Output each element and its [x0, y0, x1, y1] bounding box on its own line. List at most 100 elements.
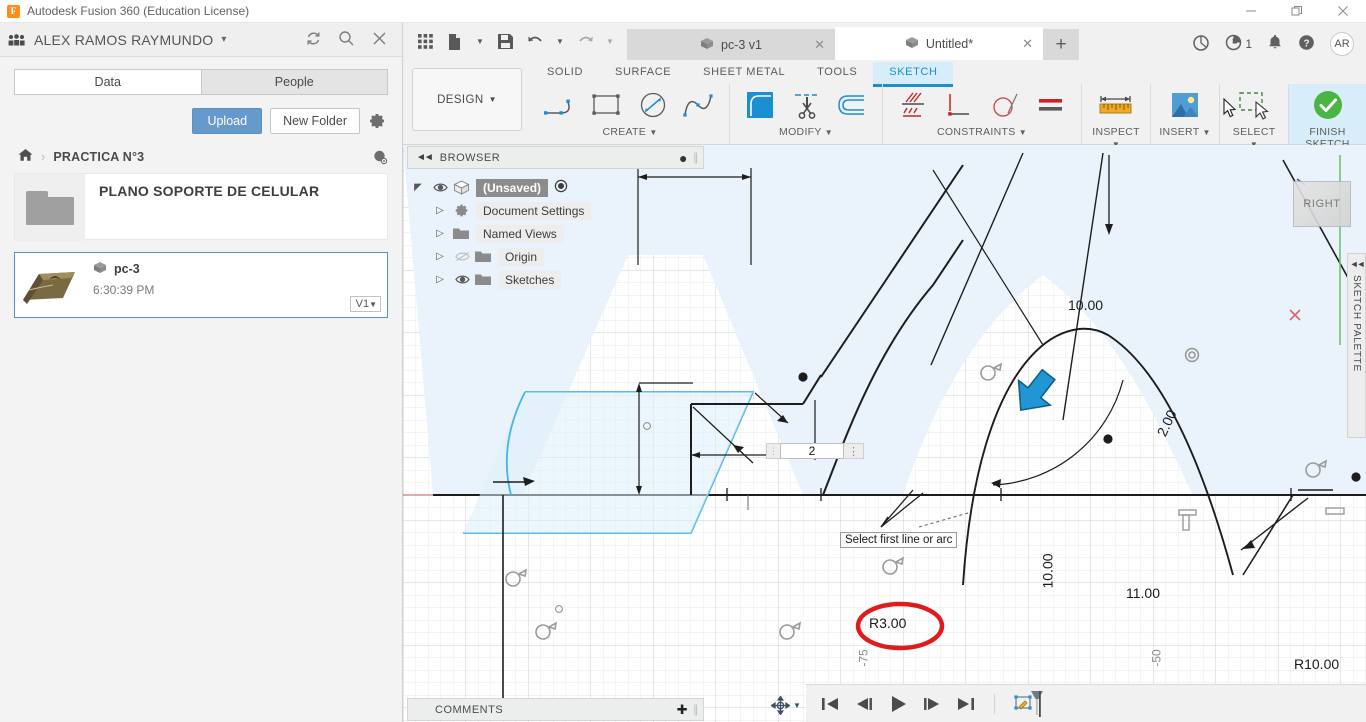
eye-hidden-icon[interactable]: [451, 251, 473, 262]
panel-grip-icon[interactable]: ∥: [693, 703, 699, 716]
radio-icon[interactable]: [554, 179, 568, 196]
horizontal-vertical-constraint-icon[interactable]: [891, 84, 935, 126]
help-icon[interactable]: ?: [1298, 34, 1315, 54]
job-status-icon[interactable]: [1225, 34, 1242, 54]
tangent-constraint-icon[interactable]: [983, 84, 1027, 126]
fillet-icon[interactable]: [738, 84, 782, 126]
go-to-beginning-icon[interactable]: [820, 696, 840, 712]
dim-10-vertical[interactable]: 10.00: [1040, 553, 1056, 588]
add-comment-icon[interactable]: ✚: [677, 702, 688, 718]
close-icon[interactable]: ✕: [1022, 36, 1033, 52]
dim-r10[interactable]: R10.00: [1294, 656, 1339, 672]
new-folder-button[interactable]: New Folder: [270, 108, 360, 134]
trim-scissors-icon[interactable]: [784, 84, 828, 126]
go-to-end-icon[interactable]: [956, 696, 976, 712]
expanded-triangle-icon[interactable]: ◤: [407, 182, 429, 193]
browser-node-named-views[interactable]: ▷ Named Views: [407, 222, 704, 245]
avatar[interactable]: AR: [1330, 32, 1354, 56]
grid-apps-icon[interactable]: [411, 27, 439, 57]
redo-icon[interactable]: [571, 27, 599, 57]
browser-header[interactable]: ◄◄ BROWSER ● ∥: [407, 146, 704, 169]
home-icon[interactable]: [18, 148, 33, 165]
eye-visible-icon[interactable]: [451, 274, 473, 285]
dimension-value-input[interactable]: [780, 443, 844, 459]
list-item-folder[interactable]: PLANO SOPORTE DE CELULAR: [14, 173, 388, 241]
panel-label-modify[interactable]: MODIFY ▼: [738, 126, 874, 142]
browser-node-sketches[interactable]: ▷ Sketches: [407, 268, 704, 291]
breadcrumb-current[interactable]: PRACTICA N°3: [53, 150, 144, 164]
version-badge[interactable]: V1▼: [349, 296, 381, 312]
panel-label-create[interactable]: CREATE ▼: [539, 126, 721, 142]
tab-data[interactable]: Data: [14, 69, 201, 95]
design-workspace-selector[interactable]: DESIGN ▼: [412, 68, 522, 131]
close-icon[interactable]: [371, 30, 388, 50]
minimize-icon[interactable]: [1228, 0, 1274, 23]
perpendicular-constraint-icon[interactable]: [937, 84, 981, 126]
play-icon[interactable]: [888, 695, 908, 713]
search-icon[interactable]: [338, 30, 355, 50]
dimension-input-group[interactable]: ⋮ ⋮: [766, 443, 864, 459]
panel-label-finish-sketch[interactable]: FINISH SKETCH ▼: [1301, 126, 1354, 161]
offset-icon[interactable]: [830, 84, 874, 126]
panel-grip-icon[interactable]: ∥: [693, 151, 699, 164]
collapse-left-icon[interactable]: ◄◄: [1350, 259, 1366, 269]
sketch-feature-icon[interactable]: [1013, 690, 1047, 718]
browser-node-unsaved[interactable]: ◤ (Unsaved): [407, 176, 704, 199]
close-icon[interactable]: [1320, 0, 1366, 23]
restore-icon[interactable]: [1274, 0, 1320, 23]
circle-icon[interactable]: [631, 84, 675, 126]
browser-node-origin[interactable]: ▷ Origin: [407, 245, 704, 268]
upload-button[interactable]: Upload: [192, 108, 263, 134]
collapse-left-icon[interactable]: ◄◄: [416, 152, 434, 163]
minus-circle-icon[interactable]: ●: [679, 150, 688, 166]
dim-10-top[interactable]: 10.00: [1068, 297, 1103, 313]
panel-label-constraints[interactable]: CONSTRAINTS ▼: [891, 126, 1073, 142]
measure-ruler-icon[interactable]: [1090, 84, 1142, 126]
comments-bar[interactable]: COMMENTS ✚ ∥: [407, 698, 704, 721]
equal-constraint-icon[interactable]: [1029, 84, 1073, 126]
collapsed-triangle-icon[interactable]: ▷: [429, 205, 451, 216]
orbit-icon[interactable]: [768, 693, 793, 717]
rectangle-icon[interactable]: [585, 84, 629, 126]
sketch-canvas[interactable]: 10.00 2.00 10.00 11.00 R3.00 R10.00 90.0…: [403, 145, 1366, 722]
account-name[interactable]: ALEX RAMOS RAYMUNDO: [34, 32, 213, 48]
line-icon[interactable]: [539, 84, 583, 126]
more-options-icon[interactable]: ⋮: [844, 443, 864, 459]
insert-image-icon[interactable]: [1159, 84, 1211, 126]
notification-bell-icon[interactable]: [1267, 34, 1283, 54]
sketch-palette-tab[interactable]: ◄◄ SKETCH PALETTE: [1347, 253, 1366, 438]
panel-label-insert[interactable]: INSERT ▼: [1159, 126, 1211, 142]
document-tab-untitled[interactable]: Untitled* ✕: [835, 27, 1043, 60]
step-forward-icon[interactable]: [922, 696, 942, 712]
undo-dropdown-icon[interactable]: ▼: [551, 27, 569, 57]
view-cube[interactable]: RIGHT: [1293, 181, 1351, 227]
gear-icon[interactable]: [368, 112, 388, 130]
undo-icon[interactable]: [521, 27, 549, 57]
new-file-icon[interactable]: [441, 27, 469, 57]
drag-grip-icon[interactable]: ⋮: [766, 443, 780, 459]
collapsed-triangle-icon[interactable]: ▷: [429, 228, 451, 239]
collapsed-triangle-icon[interactable]: ▷: [429, 251, 451, 262]
panel-label-inspect[interactable]: INSPECT ▼: [1090, 126, 1142, 149]
dim-r3[interactable]: R3.00: [869, 615, 906, 631]
refresh-icon[interactable]: [305, 30, 322, 50]
redo-dropdown-icon[interactable]: ▼: [601, 27, 619, 57]
chevron-down-icon[interactable]: ▾: [221, 34, 226, 45]
eye-visible-icon[interactable]: [429, 182, 451, 193]
save-icon[interactable]: [491, 27, 519, 57]
spline-icon[interactable]: [677, 84, 721, 126]
collapsed-triangle-icon[interactable]: ▷: [429, 274, 451, 285]
dim-11-horizontal[interactable]: 11.00: [1126, 585, 1160, 601]
close-icon[interactable]: ✕: [814, 37, 825, 53]
finish-sketch-check-icon[interactable]: [1306, 84, 1350, 126]
new-document-tab-button[interactable]: +: [1043, 29, 1079, 60]
globe-icon[interactable]: [372, 149, 388, 165]
list-item-file[interactable]: pc-3 6:30:39 PM V1▼: [14, 252, 388, 318]
document-tab-pc3[interactable]: pc-3 v1 ✕: [627, 29, 835, 60]
tab-people[interactable]: People: [200, 69, 388, 95]
panel-label-select[interactable]: SELECT ▼: [1228, 126, 1280, 149]
browser-node-document-settings[interactable]: ▷ Document Settings: [407, 199, 704, 222]
extensions-icon[interactable]: [1192, 34, 1210, 55]
new-file-dropdown-icon[interactable]: ▼: [471, 27, 489, 57]
panel-finish-sketch[interactable]: FINISH SKETCH ▼: [1288, 84, 1366, 161]
